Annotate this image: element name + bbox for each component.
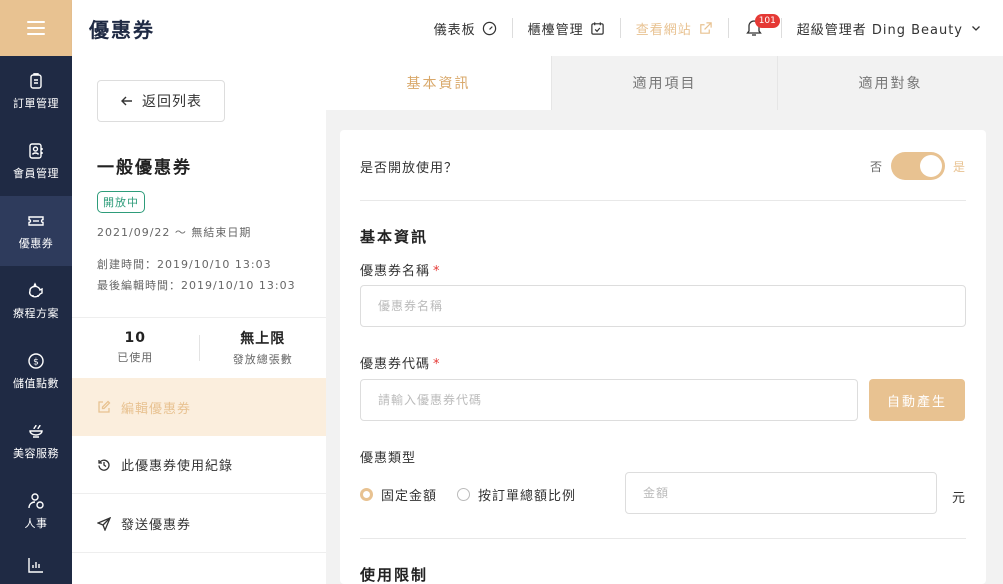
auto-generate-button[interactable]: 自動產生	[869, 379, 965, 421]
nav-item-reports[interactable]	[0, 546, 72, 584]
view-site-label: 查看網站	[635, 22, 692, 38]
open-usage-label: 是否開放使用？	[360, 160, 459, 176]
menu-toggle-button[interactable]	[0, 0, 72, 56]
created-time: 創建時間：2019/10/10 13:03	[97, 258, 272, 271]
radio-fixed-amount[interactable]: 固定金額	[360, 485, 437, 504]
open-usage-toggle[interactable]	[890, 152, 945, 180]
section-usage-limit: 使用限制	[360, 566, 429, 584]
radio-unchecked-icon	[457, 488, 471, 501]
coupon-period: 2021/09/22 ～ 無結束日期	[97, 226, 252, 239]
section-basic-info: 基本資訊	[360, 228, 429, 246]
radio-percentage[interactable]: 按訂單總額比例	[457, 485, 576, 504]
piggy-icon	[28, 281, 43, 297]
edit-icon	[98, 400, 111, 413]
person-icon	[28, 492, 44, 509]
toggle-on-label: 是	[952, 159, 966, 174]
name-label: 優惠券名稱 *	[360, 264, 441, 279]
main-nav: 訂單管理 會員管理 優惠券 療程方案 $ 儲值點數 美容服務 人事	[0, 0, 72, 584]
spa-icon	[29, 424, 43, 438]
user-name: 超級管理者 Ding Beauty	[796, 22, 963, 38]
back-label: 返回列表	[142, 94, 202, 110]
stat-used: 10 已使用	[117, 330, 154, 364]
nav-label: 人事	[24, 516, 48, 530]
tab-applicable-items[interactable]: 適用項目	[552, 56, 778, 110]
notification-button[interactable]: 101	[744, 14, 780, 39]
nav-label: 療程方案	[13, 306, 59, 320]
coupon-form: 是否開放使用？ 否 是 基本資訊 優惠券名稱* 優惠券代碼* 自動產生 優惠類型…	[340, 130, 986, 584]
form-tabs: 基本資訊 適用項目 適用對象	[326, 56, 1003, 110]
external-link-icon	[699, 21, 712, 34]
nav-item-orders[interactable]: 訂單管理	[0, 56, 72, 126]
user-menu[interactable]: 超級管理者 Ding Beauty	[797, 19, 981, 38]
nav-item-members[interactable]: 會員管理	[0, 126, 72, 196]
nav-item-beauty-services[interactable]: 美容服務	[0, 406, 72, 476]
nav-item-staff[interactable]: 人事	[0, 476, 72, 546]
nav-label: 儲值點數	[13, 376, 59, 390]
open-usage-row: 是否開放使用？ 否 是	[360, 152, 966, 180]
currency-unit: 元	[952, 491, 966, 506]
dollar-icon: $	[28, 352, 44, 369]
send-icon	[97, 516, 111, 531]
counter-link[interactable]: 櫃檯管理	[528, 19, 605, 38]
side-item-usage-history[interactable]: 此優惠券使用紀錄	[72, 436, 326, 494]
chevron-down-icon	[972, 26, 980, 31]
gauge-icon	[482, 21, 496, 35]
nav-label: 美容服務	[13, 446, 59, 460]
nav-item-treatments[interactable]: 療程方案	[0, 266, 72, 336]
tab-applicable-audience[interactable]: 適用對象	[778, 56, 1003, 110]
svg-text:$: $	[33, 357, 39, 367]
nav-label: 優惠券	[18, 236, 54, 250]
nav-item-coupons[interactable]: 優惠券	[0, 196, 72, 266]
top-header: 優惠券 儀表板 櫃檯管理 查看網站 101 超級管理者 Ding Beauty	[72, 0, 1003, 56]
coupon-title: 一般優惠券	[97, 158, 192, 178]
notification-badge: 101	[754, 14, 780, 28]
amount-input[interactable]	[625, 472, 937, 514]
page-title: 優惠券	[89, 17, 155, 42]
dashboard-link[interactable]: 儀表板	[434, 19, 497, 38]
side-item-edit-coupon[interactable]: 編輯優惠券	[72, 378, 326, 436]
stat-total: 無上限 發放總張數	[232, 331, 293, 366]
arrow-left-icon	[121, 96, 132, 106]
tab-basic-info[interactable]: 基本資訊	[326, 56, 552, 110]
toggle-off-label: 否	[869, 159, 883, 174]
radio-checked-icon	[360, 488, 373, 501]
coupon-code-input[interactable]	[360, 379, 858, 421]
history-icon	[98, 459, 110, 471]
coupon-stats: 10 已使用 無上限 發放總張數	[72, 317, 326, 377]
coupon-name-input[interactable]	[360, 285, 966, 327]
side-item-send-coupon[interactable]: 發送優惠券	[72, 495, 326, 553]
status-badge: 開放中	[97, 191, 145, 213]
dashboard-label: 儀表板	[433, 22, 476, 38]
hamburger-icon	[27, 21, 45, 35]
bar-chart-icon	[28, 558, 43, 573]
view-site-link[interactable]: 查看網站	[636, 19, 713, 38]
back-to-list-button[interactable]: 返回列表	[97, 80, 225, 122]
discount-type-label: 優惠類型	[360, 451, 417, 466]
member-icon	[29, 142, 43, 159]
nav-label: 會員管理	[13, 166, 59, 180]
ticket-icon	[28, 215, 44, 226]
counter-label: 櫃檯管理	[527, 22, 584, 38]
edited-time: 最後編輯時間：2019/10/10 13:03	[97, 279, 296, 292]
order-icon	[30, 72, 42, 89]
coupon-side-panel: 返回列表 一般優惠券 開放中 2021/09/22 ～ 無結束日期 創建時間：2…	[72, 56, 326, 584]
code-label: 優惠券代碼 *	[360, 357, 441, 372]
discount-type-group: 固定金額 按訂單總額比例	[360, 485, 596, 504]
nav-item-points[interactable]: $ 儲值點數	[0, 336, 72, 406]
nav-label: 訂單管理	[13, 96, 59, 110]
calendar-check-icon	[590, 21, 604, 35]
